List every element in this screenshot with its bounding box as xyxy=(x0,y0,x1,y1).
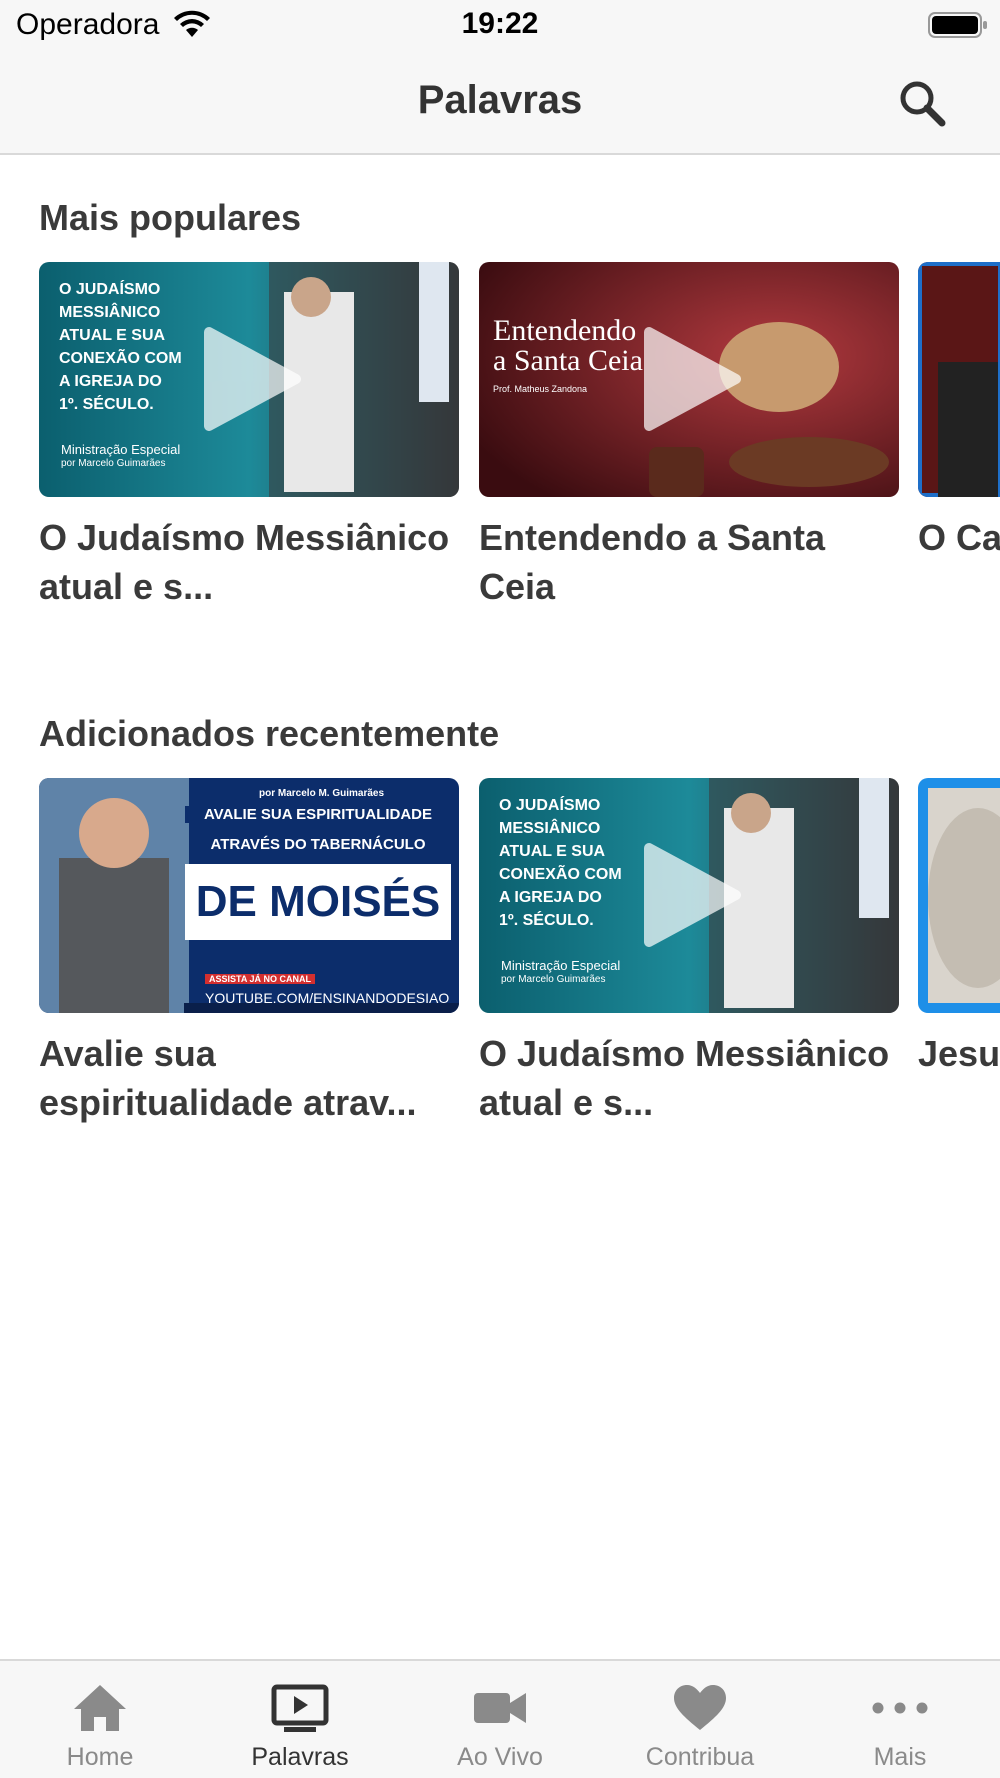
status-bar: Operadora 19:22 xyxy=(0,0,1000,52)
section-title-popular: Mais populares xyxy=(39,197,302,238)
thumbnail-caption: Entendendo a Santa Ceia xyxy=(493,314,643,377)
thumbnail-caption-headline: DE MOISÉS xyxy=(185,864,451,940)
tab-label: Contribua xyxy=(645,1743,755,1771)
video-card[interactable]: Jesu... de D... xyxy=(918,778,1000,1127)
video-thumbnail: por Marcelo M. Guimarães AVALIE SUA ESPI… xyxy=(39,778,459,1013)
carousel-recent[interactable]: por Marcelo M. Guimarães AVALIE SUA ESPI… xyxy=(0,778,1000,1138)
page-title: Palavras xyxy=(417,78,583,122)
tab-bar: Home Palavras Ao Vivo Contribua Mais xyxy=(0,1659,1000,1778)
video-card[interactable]: O JUDAÍSMO MESSIÂNICO ATUAL E SUA CONEXÃ… xyxy=(39,262,459,611)
search-icon xyxy=(900,81,946,127)
tab-label: Mais xyxy=(873,1743,927,1771)
thumbnail-channel: YOUTUBE.COM/ENSINANDODESIAO xyxy=(205,990,450,1006)
heart-icon xyxy=(674,1685,726,1730)
tv-play-icon xyxy=(271,1684,329,1732)
video-title: Entendendo a Santa Ceia xyxy=(479,517,826,607)
tab-ao-vivo[interactable]: Ao Vivo xyxy=(400,1661,600,1778)
thumbnail-author: Prof. Matheus Zandona xyxy=(493,384,588,394)
tab-mais[interactable]: Mais xyxy=(800,1661,1000,1778)
tab-label: Home xyxy=(66,1743,134,1771)
thumbnail-cta: ASSISTA JÁ NO CANAL xyxy=(205,974,316,984)
section-title-recent: Adicionados recentemente xyxy=(39,713,500,754)
thumbnail-caption: O JUDAÍSMO MESSIÂNICO ATUAL E SUA CONEXÃ… xyxy=(59,281,182,413)
tab-label: Ao Vivo xyxy=(457,1743,543,1771)
navigation-bar: Palavras xyxy=(0,52,1000,155)
tab-home[interactable]: Home xyxy=(0,1661,200,1778)
video-thumbnail: Entendendo a Santa Ceia Prof. Matheus Za… xyxy=(479,262,899,497)
thumbnail-author: por Marcelo Guimarães xyxy=(61,458,166,469)
video-title: O Judaísmo Messiânico atual e s... xyxy=(39,517,450,607)
home-icon xyxy=(74,1685,126,1731)
video-card[interactable]: por Marcelo M. Guimarães AVALIE SUA ESPI… xyxy=(39,778,459,1127)
video-title: Avalie sua espiritualidade atrav... xyxy=(39,1033,417,1123)
battery-icon xyxy=(928,12,987,38)
carousel-popular[interactable]: O JUDAÍSMO MESSIÂNICO ATUAL E SUA CONEXÃ… xyxy=(0,262,1000,622)
video-thumbnail xyxy=(918,778,1000,1013)
play-icon xyxy=(644,327,741,431)
video-thumbnail: O JUDAÍSMO MESSIÂNICO ATUAL E SUA CONEXÃ… xyxy=(39,262,459,497)
play-icon xyxy=(204,327,301,431)
video-title: O Judaísmo Messiânico atual e s... xyxy=(479,1033,890,1123)
thumbnail-top-text: por Marcelo M. Guimarães xyxy=(259,788,385,799)
video-thumbnail: O JUDAÍSMO MESSIÂNICO ATUAL E SUA CONEXÃ… xyxy=(479,778,899,1013)
thumbnail-subtitle: Ministração Especial xyxy=(501,958,621,973)
tab-label: Palavras xyxy=(251,1743,349,1771)
play-icon xyxy=(644,843,741,947)
tab-contribua[interactable]: Contribua xyxy=(600,1661,800,1778)
video-card[interactable]: Entendendo a Santa Ceia Prof. Matheus Za… xyxy=(479,262,899,611)
video-thumbnail xyxy=(918,262,1000,497)
search-button[interactable] xyxy=(895,76,949,130)
video-title: O Ca... ÁRV... xyxy=(918,517,1000,558)
thumbnail-author: por Marcelo Guimarães xyxy=(501,974,606,985)
video-title: Jesu... de D... xyxy=(918,1033,1000,1074)
thumbnail-caption-line: ATRAVÉS DO TABERNÁCULO xyxy=(210,836,426,853)
thumbnail-caption: O JUDAÍSMO MESSIÂNICO ATUAL E SUA CONEXÃ… xyxy=(499,797,622,929)
video-camera-icon xyxy=(474,1693,526,1723)
status-time: 19:22 xyxy=(461,7,539,40)
tab-palavras[interactable]: Palavras xyxy=(200,1661,400,1778)
thumbnail-caption-line: AVALIE SUA ESPIRITUALIDADE xyxy=(185,806,451,823)
more-dots-icon xyxy=(872,1702,928,1714)
video-card[interactable]: O Ca... ÁRV... xyxy=(918,262,1000,611)
video-card[interactable]: O JUDAÍSMO MESSIÂNICO ATUAL E SUA CONEXÃ… xyxy=(479,778,899,1127)
thumbnail-subtitle: Ministração Especial xyxy=(61,442,181,457)
